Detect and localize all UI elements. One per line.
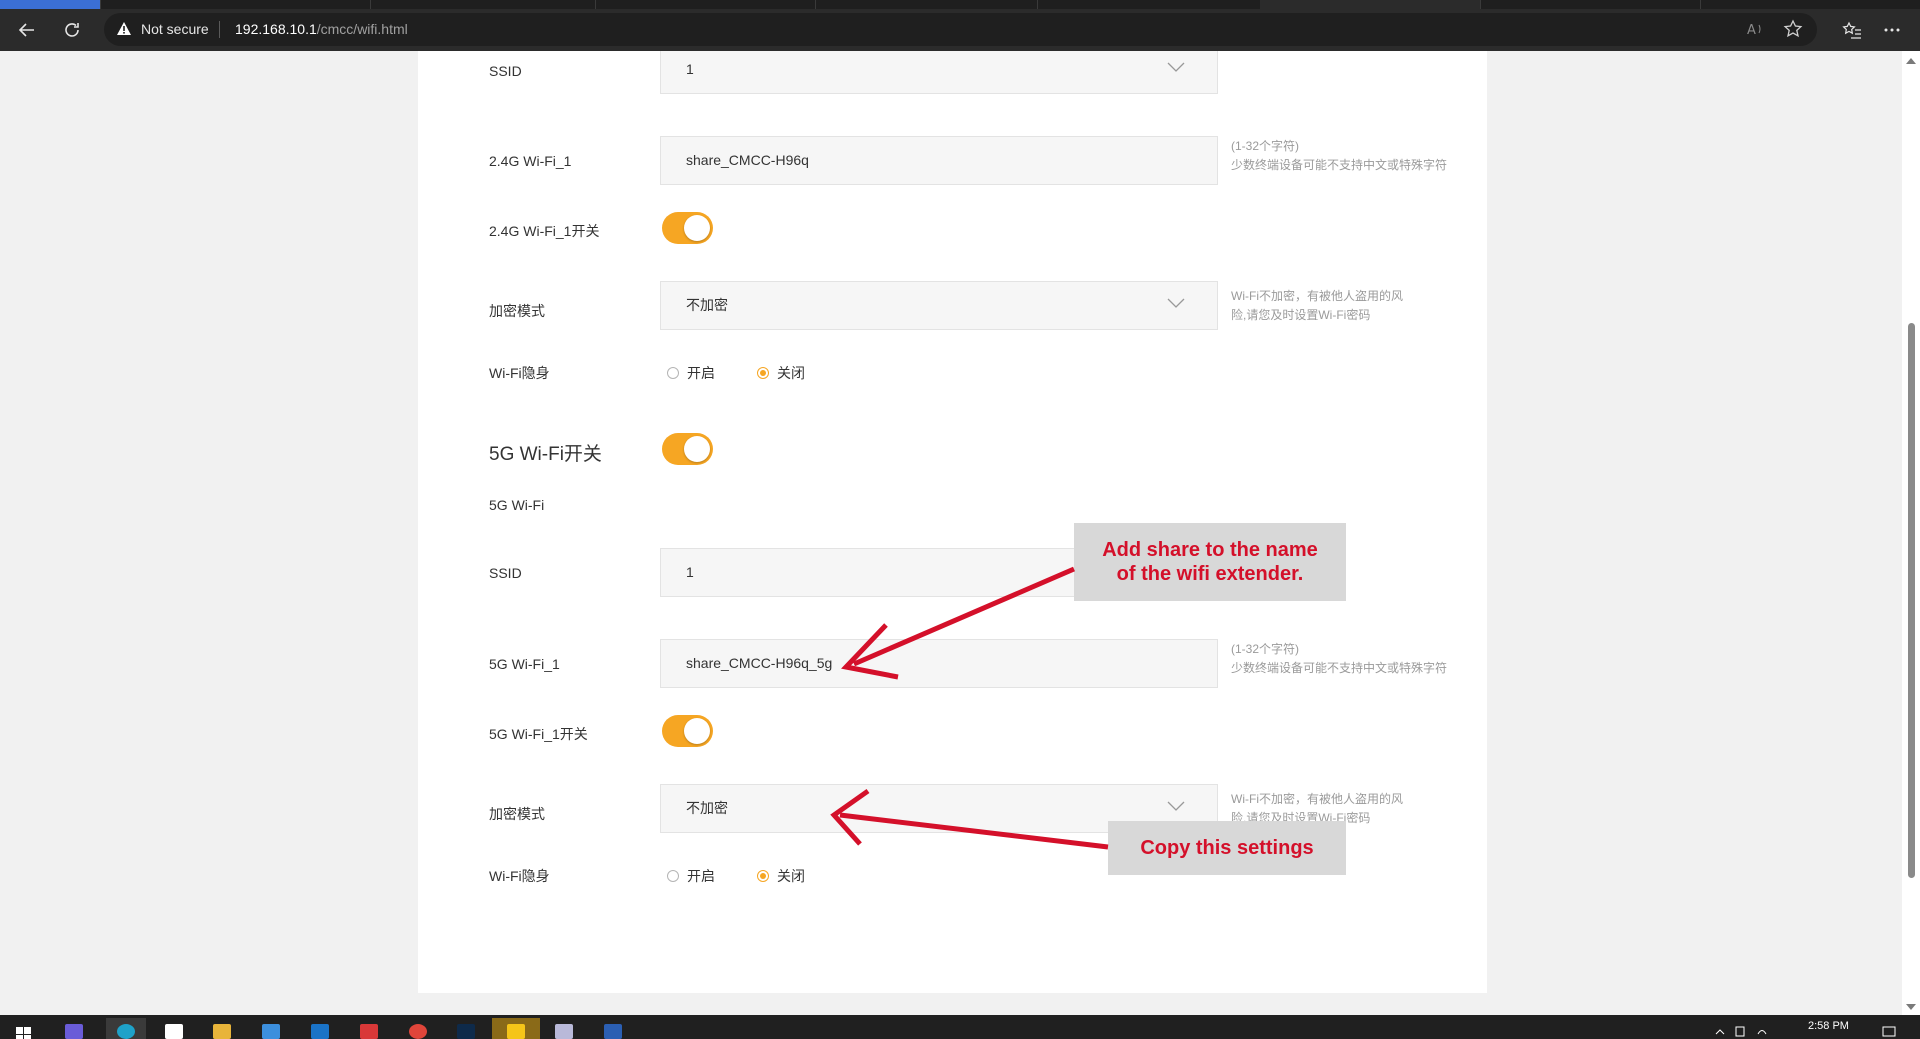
warning-icon (117, 22, 131, 35)
annotation-arrow-copy (830, 788, 1109, 850)
page-viewport: SSID 1 2.4G Wi-Fi_1 share_CMCC-H96q (1-3… (0, 51, 1902, 1015)
copilot-icon (65, 1024, 83, 1039)
tab-4[interactable] (595, 0, 816, 9)
taskbar-capcut[interactable] (162, 1018, 186, 1039)
favorites-button[interactable] (1839, 17, 1865, 43)
scroll-down-icon (1906, 1004, 1916, 1010)
address-bar[interactable]: Not secure 192.168.10.1/cmcc/wifi.html A (104, 13, 1817, 46)
taskbar-store[interactable] (259, 1018, 283, 1039)
refresh-button[interactable] (59, 17, 85, 43)
refresh-icon (65, 23, 79, 37)
favorites-list-icon (1842, 21, 1861, 39)
taskbar-photoshop[interactable] (454, 1018, 478, 1039)
taskbar-chrome[interactable] (406, 1018, 430, 1039)
more-menu-button[interactable] (1879, 17, 1905, 43)
url-text[interactable]: 192.168.10.1/cmcc/wifi.html (235, 21, 408, 37)
start-button[interactable] (12, 1018, 36, 1039)
taskbar-word[interactable] (601, 1018, 625, 1039)
more-dots-icon (1884, 28, 1900, 32)
annotation-arrows (830, 566, 1109, 850)
edge-icon (117, 1024, 135, 1039)
sticky-notes-icon (507, 1024, 525, 1039)
folder-icon (213, 1024, 231, 1039)
annotation-arrow-rename (841, 566, 1075, 680)
windows-taskbar: 2:58 PM (0, 1015, 1920, 1039)
taskbar-clock[interactable]: 2:58 PM (1808, 1020, 1849, 1032)
taskbar-snipping[interactable] (552, 1018, 576, 1039)
tab-7[interactable] (1480, 0, 1701, 9)
vertical-scrollbar[interactable] (1902, 51, 1920, 1015)
omnibox-divider (219, 21, 220, 38)
not-secure-label[interactable]: Not secure (141, 21, 209, 37)
taskbar-outlook[interactable] (308, 1018, 332, 1039)
back-arrow-icon (18, 23, 34, 37)
store-icon (262, 1024, 280, 1039)
favorite-star-icon (1783, 19, 1803, 38)
read-aloud-icon: A (1747, 23, 1761, 38)
scroll-up-icon (1906, 58, 1916, 64)
tab-1[interactable] (0, 0, 101, 9)
taskbar-edge[interactable] (106, 1018, 146, 1039)
taskbar-app-red[interactable] (357, 1018, 381, 1039)
taskbar-copilot[interactable] (62, 1018, 86, 1039)
taskbar-sticky-notes[interactable] (492, 1018, 540, 1039)
svg-text:A: A (1747, 23, 1756, 38)
chrome-icon (409, 1024, 427, 1039)
url-path: /cmcc/wifi.html (316, 21, 408, 37)
taskbar-file-explorer[interactable] (210, 1018, 234, 1039)
system-tray-icons[interactable] (1714, 1024, 1774, 1038)
tab-5[interactable] (815, 0, 1038, 9)
back-button[interactable] (14, 17, 40, 43)
capcut-icon (165, 1024, 183, 1039)
scrollbar-thumb[interactable] (1908, 323, 1915, 878)
outlook-icon (311, 1024, 329, 1039)
notification-icon[interactable] (1882, 1024, 1896, 1038)
tab-strip (0, 0, 1920, 9)
app-red-icon (360, 1024, 378, 1039)
url-host: 192.168.10.1 (235, 21, 317, 37)
tab-2[interactable] (150, 0, 371, 9)
tab-3[interactable] (370, 0, 596, 9)
snipping-icon (555, 1024, 573, 1039)
photoshop-icon (457, 1024, 475, 1039)
tab-active[interactable] (1260, 0, 1481, 9)
windows-logo-icon (16, 1027, 31, 1039)
browser-toolbar: Not secure 192.168.10.1/cmcc/wifi.html A (0, 9, 1920, 51)
word-icon (604, 1024, 622, 1039)
